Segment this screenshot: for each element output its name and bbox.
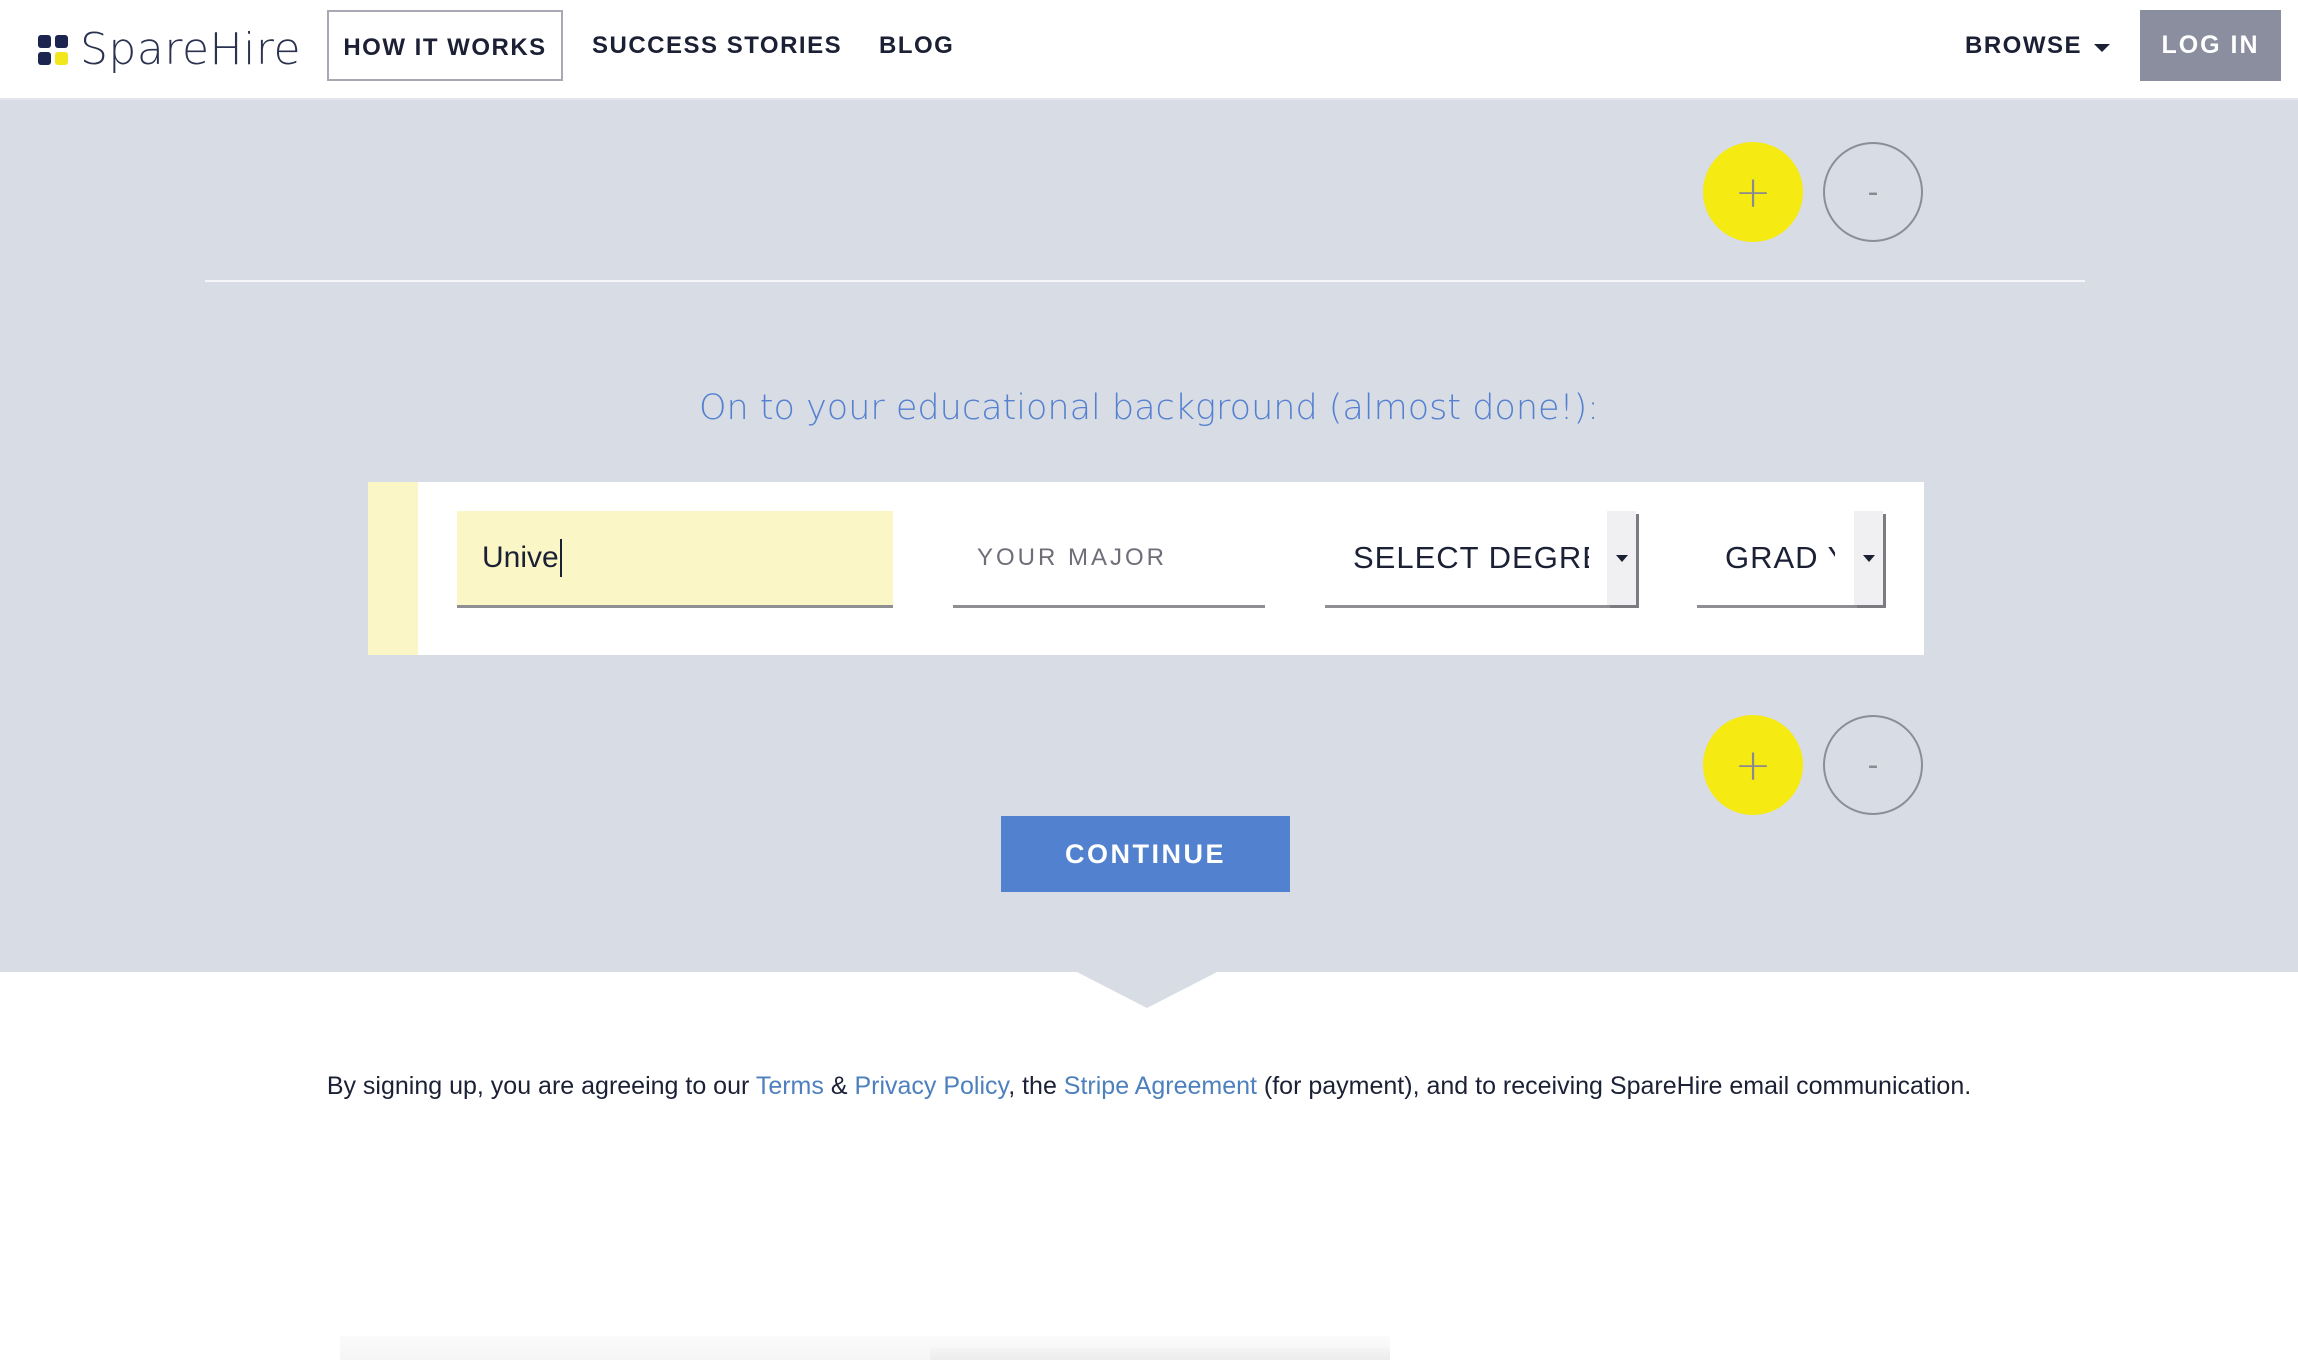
dropdown-arrow-icon (1615, 554, 1628, 562)
chevron-down-icon (2094, 43, 2110, 52)
grad-year-select[interactable]: GRAD YEAR (1697, 511, 1883, 608)
nav-how-it-works[interactable]: HOW IT WORKS (327, 10, 563, 81)
continue-button[interactable]: CONTINUE (1001, 816, 1290, 892)
minus-icon: - (1867, 174, 1879, 210)
terms-link[interactable]: Terms (756, 1072, 824, 1100)
remove-previous-entry-button[interactable]: - (1823, 142, 1923, 242)
degree-select-value: SELECT DEGREE (1353, 540, 1589, 575)
browse-label: BROWSE (1965, 32, 2082, 59)
terms-prefix: By signing up, you are agreeing to our (326, 1072, 756, 1100)
university-input[interactable]: Unive (457, 511, 893, 608)
section-divider (205, 280, 2085, 282)
plus-icon: + (1734, 739, 1772, 791)
grad-year-select-value: GRAD YEAR (1725, 540, 1835, 575)
text-cursor (559, 539, 562, 577)
remove-education-button[interactable]: - (1823, 715, 1923, 815)
add-education-button[interactable]: + (1703, 715, 1803, 815)
nav-success-stories[interactable]: SUCCESS STORIES (592, 10, 842, 81)
terms-agreement-text: By signing up, you are agreeing to our T… (0, 1072, 2298, 1101)
minus-icon: - (1867, 747, 1879, 783)
active-entry-indicator (368, 482, 418, 655)
logo-grid-icon (38, 35, 68, 65)
plus-icon: + (1734, 166, 1772, 218)
nav-browse-dropdown[interactable]: BROWSE (1965, 10, 2110, 81)
login-button[interactable]: LOG IN (2140, 10, 2281, 81)
degree-select[interactable]: SELECT DEGREE (1325, 511, 1636, 608)
bottom-faded-shape (930, 1348, 1390, 1360)
terms-amp: & (823, 1072, 855, 1100)
top-navigation-bar: SpareHire HOW IT WORKS SUCCESS STORIES B… (0, 0, 2298, 100)
signup-form-section: + - On to your educational background (a… (0, 98, 2298, 972)
major-input-placeholder: YOUR MAJOR (977, 544, 1168, 571)
sparehire-logo[interactable]: SpareHire (38, 28, 301, 72)
education-heading: On to your educational background (almos… (698, 388, 1600, 428)
logo-text: SpareHire (80, 24, 302, 75)
major-input[interactable]: YOUR MAJOR (953, 511, 1265, 608)
terms-suffix: (for payment), and to receiving SpareHir… (1256, 1072, 1972, 1100)
education-entry-card: Unive YOUR MAJOR SELECT DEGREE GRAD YEAR (368, 482, 1924, 655)
stripe-agreement-link[interactable]: Stripe Agreement (1064, 1072, 1257, 1100)
section-pointer-arrow (1075, 971, 1219, 1008)
terms-middle: , the (1008, 1072, 1064, 1100)
university-input-value: Unive (482, 541, 559, 574)
add-previous-entry-button[interactable]: + (1703, 142, 1803, 242)
nav-blog[interactable]: BLOG (879, 10, 954, 81)
degree-select-arrow[interactable] (1607, 511, 1636, 605)
dropdown-arrow-icon (1862, 554, 1875, 562)
grad-year-select-arrow[interactable] (1854, 511, 1883, 605)
privacy-policy-link[interactable]: Privacy Policy (854, 1072, 1008, 1100)
